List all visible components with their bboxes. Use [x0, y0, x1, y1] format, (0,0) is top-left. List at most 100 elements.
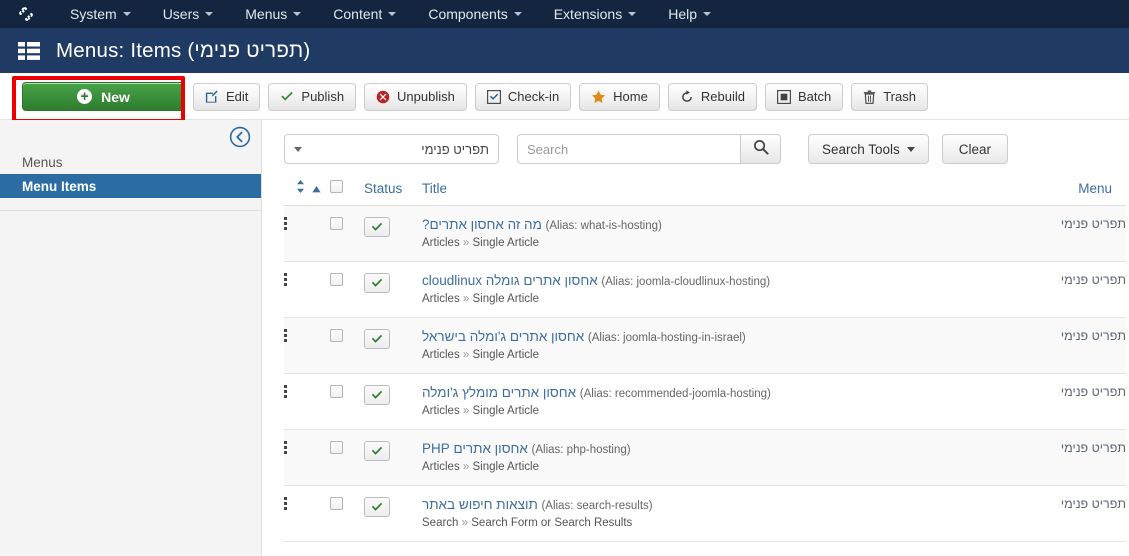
- row-checkbox[interactable]: [330, 273, 343, 286]
- drag-dots-icon: [284, 385, 288, 400]
- unpublish-button[interactable]: Unpublish: [364, 82, 467, 111]
- status-published-button[interactable]: [364, 441, 390, 461]
- sidebar-item-label: Menu Items: [22, 178, 97, 194]
- row-checkbox[interactable]: [330, 217, 343, 230]
- status-published-button[interactable]: [364, 329, 390, 349]
- clear-filters-button[interactable]: Clear: [941, 134, 1009, 164]
- column-select-all[interactable]: [330, 180, 364, 206]
- row-checkbox[interactable]: [330, 385, 343, 398]
- row-status-cell[interactable]: [364, 262, 422, 318]
- row-drag-handle[interactable]: [284, 374, 330, 430]
- menu-item-content[interactable]: Content: [317, 0, 412, 28]
- home-button[interactable]: Home: [579, 82, 660, 111]
- row-status-cell[interactable]: [364, 374, 422, 430]
- sidebar: Menus Menu Items: [0, 120, 262, 556]
- toolbar: + New Edit Publish Unpublish Check-in Ho…: [0, 73, 1129, 111]
- menu-item-title-link[interactable]: מה זה אחסון אתרים?: [422, 217, 542, 232]
- edit-button-label: Edit: [226, 89, 249, 104]
- menu-items-table: Status Title Menu מה זה אחסון אתרים? (Al…: [284, 180, 1126, 542]
- column-title[interactable]: Title: [422, 180, 1016, 206]
- menu-item-users[interactable]: Users: [147, 0, 230, 28]
- column-menu[interactable]: Menu: [1015, 180, 1126, 206]
- row-checkbox[interactable]: [330, 497, 343, 510]
- item-subtype: Single Article: [472, 349, 539, 361]
- row-checkbox-cell[interactable]: [330, 430, 364, 486]
- menu-item-type: Articles » Single Article: [422, 461, 1015, 473]
- row-checkbox-cell[interactable]: [330, 486, 364, 542]
- row-checkbox-cell[interactable]: [330, 262, 364, 318]
- new-button[interactable]: + New: [22, 82, 185, 111]
- menu-item-system[interactable]: System: [54, 0, 147, 28]
- menu-item-type: Articles » Single Article: [422, 237, 1015, 249]
- search-submit-button[interactable]: [740, 134, 781, 164]
- row-checkbox-cell[interactable]: [330, 206, 364, 262]
- menu-item-help[interactable]: Help: [652, 0, 727, 28]
- main-panel: תפריט פנימי Search Tools: [262, 120, 1129, 556]
- status-published-button[interactable]: [364, 385, 390, 405]
- sidebar-item-menus[interactable]: Menus: [0, 150, 261, 174]
- status-published-button[interactable]: [364, 217, 390, 237]
- menu-item-alias: (Alias: joomla-hosting-in-israel): [587, 332, 746, 344]
- item-subtype: Single Article: [472, 405, 539, 417]
- row-checkbox[interactable]: [330, 329, 343, 342]
- row-title-cell: מה זה אחסון אתרים? (Alias: what-is-hosti…: [422, 206, 1015, 262]
- table-row[interactable]: אחסון אתרים מומלץ ג'ומלה (Alias: recomme…: [284, 374, 1126, 430]
- menu-item-title-link[interactable]: אחסון אתרים ג'ומלה בישראל: [422, 329, 584, 344]
- menu-item-extensions[interactable]: Extensions: [538, 0, 652, 28]
- row-status-cell[interactable]: [364, 206, 422, 262]
- search-tools-button[interactable]: Search Tools: [808, 134, 929, 164]
- chevron-down-icon: [293, 12, 302, 16]
- menu-label: Components: [428, 6, 508, 22]
- rebuild-button[interactable]: Rebuild: [667, 82, 757, 111]
- search-input[interactable]: [517, 134, 740, 164]
- table-row[interactable]: מה זה אחסון אתרים? (Alias: what-is-hosti…: [284, 205, 1126, 262]
- table-row[interactable]: אחסון אתרים גומלה cloudlinux (Alias: joo…: [284, 262, 1126, 318]
- row-checkbox-cell[interactable]: [330, 374, 364, 430]
- edit-button[interactable]: Edit: [193, 82, 261, 111]
- checkin-button[interactable]: Check-in: [474, 82, 572, 111]
- trash-button[interactable]: Trash: [851, 82, 928, 111]
- menu-item-title-link[interactable]: אחסון אתרים גומלה cloudlinux: [422, 273, 598, 288]
- menu-item-menus[interactable]: Menus: [229, 0, 317, 28]
- row-drag-handle[interactable]: [284, 206, 330, 262]
- menu-item-components[interactable]: Components: [412, 0, 537, 28]
- row-checkbox-cell[interactable]: [330, 318, 364, 374]
- row-drag-handle[interactable]: [284, 318, 330, 374]
- row-drag-handle[interactable]: [284, 486, 330, 542]
- column-ordering[interactable]: [284, 180, 330, 206]
- status-published-button[interactable]: [364, 273, 390, 293]
- sidebar-menu: Menus Menu Items: [0, 150, 261, 211]
- menu-item-title-link[interactable]: תוצאות חיפוש באתר: [422, 497, 538, 512]
- menu-item-title-link[interactable]: אחסון אתרים מומלץ ג'ומלה: [422, 385, 576, 400]
- item-subtype: Single Article: [472, 237, 539, 249]
- sidebar-item-menu-items[interactable]: Menu Items: [0, 174, 261, 198]
- menu-filter-value: תפריט פנימי: [421, 141, 489, 157]
- type-separator: »: [462, 349, 470, 361]
- row-checkbox[interactable]: [330, 441, 343, 454]
- circle-left-arrow-icon[interactable]: [229, 126, 251, 148]
- table-row[interactable]: תוצאות חיפוש באתר (Alias: search-results…: [284, 486, 1126, 542]
- type-separator: »: [462, 461, 470, 473]
- table-row[interactable]: אחסון אתרים ג'ומלה בישראל (Alias: joomla…: [284, 317, 1126, 374]
- item-type: Articles: [422, 405, 460, 417]
- menu-item-title-link[interactable]: אחסון אתרים PHP: [422, 441, 528, 456]
- row-drag-handle[interactable]: [284, 262, 330, 318]
- row-drag-handle[interactable]: [284, 430, 330, 486]
- type-separator: »: [462, 293, 470, 305]
- search-tools-label: Search Tools: [822, 141, 900, 157]
- joomla-logo-icon[interactable]: [16, 4, 36, 24]
- status-published-button[interactable]: [364, 497, 390, 517]
- publish-button[interactable]: Publish: [268, 82, 357, 111]
- sort-ascending-icon[interactable]: [312, 181, 321, 196]
- menu-filter-select[interactable]: תפריט פנימי: [284, 134, 499, 164]
- row-menu-cell: תפריט פנימי: [1060, 329, 1126, 343]
- row-status-cell[interactable]: [364, 486, 422, 542]
- row-status-cell[interactable]: [364, 430, 422, 486]
- trash-button-label: Trash: [883, 89, 916, 104]
- column-status[interactable]: Status: [364, 180, 422, 206]
- select-all-checkbox[interactable]: [330, 180, 343, 193]
- batch-button[interactable]: Batch: [764, 82, 844, 111]
- table-row[interactable]: אחסון אתרים PHP (Alias: php-hosting) Art…: [284, 429, 1126, 486]
- sort-updown-icon[interactable]: [296, 180, 305, 196]
- row-status-cell[interactable]: [364, 318, 422, 374]
